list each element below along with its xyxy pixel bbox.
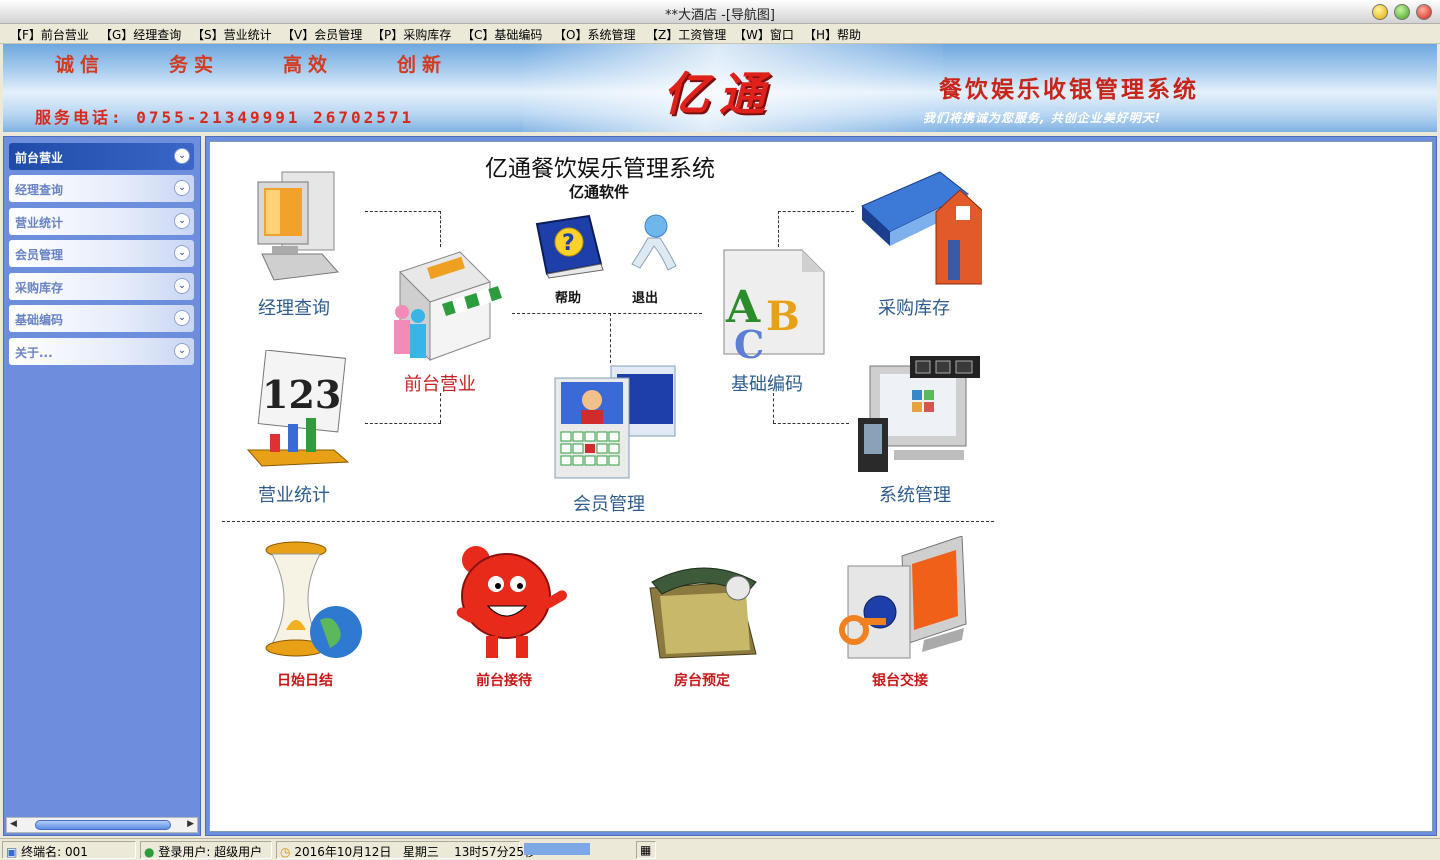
slogan-2: 务实 — [169, 54, 220, 76]
module-purchasing[interactable]: 采购库存 — [878, 294, 950, 320]
svg-text:B: B — [766, 293, 800, 340]
module-front-desk[interactable]: 前台营业 — [404, 370, 476, 396]
status-user: ● 登录用户: 超级用户 — [140, 841, 272, 859]
sidebar-item-label: 会员管理 — [15, 248, 64, 262]
key-lock-monitor-icon[interactable] — [834, 535, 970, 667]
help-link[interactable]: 帮助 — [555, 287, 581, 306]
stats-chart-icon[interactable]: 123 — [244, 349, 356, 473]
tool-cashier-handover[interactable]: 银台交接 — [872, 670, 928, 690]
module-basic-codes[interactable]: 基础编码 — [731, 370, 803, 396]
exit-person-icon[interactable] — [618, 212, 684, 285]
sidebar-item-label: 营业统计 — [15, 216, 64, 230]
menu-basic-codes[interactable]: 【C】基础编码 — [462, 26, 542, 43]
service-phone: 服务电话: 0755-21349991 26702571 — [35, 108, 415, 127]
telephone-folder-icon[interactable] — [646, 558, 762, 665]
module-members[interactable]: 会员管理 — [573, 490, 645, 516]
member-calendar-icon[interactable] — [551, 360, 679, 489]
system-monitor-icon[interactable] — [854, 352, 982, 479]
sidebar-item-label: 前台营业 — [15, 151, 64, 165]
svg-text:123: 123 — [262, 372, 341, 417]
sidebar-item-about[interactable]: 关于... ⌄ — [9, 338, 194, 365]
svg-text:C: C — [734, 322, 764, 367]
sidebar: 前台营业 ⌄ 经理查询 ⌄ 营业统计 ⌄ 会员管理 ⌄ 采购库存 ⌄ 基础编码 … — [3, 136, 201, 836]
page-subtitle: 亿通软件 — [569, 183, 630, 201]
sidebar-item-label: 基础编码 — [15, 313, 64, 327]
minimize-button[interactable] — [1372, 4, 1388, 20]
banner-motto: 我们将携诚为您服务, 共创企业美好明天! — [923, 111, 1162, 125]
close-button[interactable] — [1416, 4, 1432, 20]
title-bar: **大酒店 -[导航图] — [0, 0, 1440, 24]
menu-bar: 【F】前台营业 【G】经理查询 【S】营业统计 【V】会员管理 【P】采购库存 … — [0, 24, 1440, 44]
sidebar-item-manager-query[interactable]: 经理查询 ⌄ — [9, 175, 194, 202]
status-bar: ▣ 终端名: 001 ● 登录用户: 超级用户 ◷ 2016年10月12日 星期… — [0, 838, 1440, 860]
terminal-icon: ▣ — [6, 845, 18, 859]
sidebar-item-label: 经理查询 — [15, 183, 64, 197]
slogan-4: 创新 — [397, 54, 448, 76]
store-icon[interactable] — [380, 242, 504, 369]
sidebar-scrollbar[interactable]: ◀ ▶ — [6, 817, 198, 833]
menu-manager-query[interactable]: 【G】经理查询 — [100, 26, 181, 43]
chevron-down-icon[interactable]: ⌄ — [174, 245, 190, 261]
page-title: 亿通餐饮娱乐管理系统 — [485, 156, 715, 182]
clock-icon: ◷ — [280, 845, 291, 859]
scroll-left-icon[interactable]: ◀ — [10, 819, 17, 829]
computer-icon[interactable] — [252, 168, 342, 289]
status-datetime: ◷ 2016年10月12日 星期三 13时57分25秒 — [276, 841, 536, 859]
abc-document-icon[interactable]: A B C — [706, 244, 830, 371]
chevron-down-icon[interactable]: ⌄ — [174, 278, 190, 294]
sidebar-item-stats[interactable]: 营业统计 ⌄ — [9, 208, 194, 235]
slogan-1: 诚信 — [55, 54, 106, 76]
tool-room-booking[interactable]: 房台预定 — [674, 670, 730, 690]
sidebar-item-basic-codes[interactable]: 基础编码 ⌄ — [9, 305, 194, 332]
slogan-3: 高效 — [283, 54, 334, 76]
module-stats[interactable]: 营业统计 — [258, 481, 330, 507]
hourglass-globe-icon[interactable] — [258, 540, 364, 665]
module-manager-query[interactable]: 经理查询 — [258, 294, 330, 320]
brand-logo: 亿通 — [663, 67, 775, 121]
scroll-thumb[interactable] — [35, 820, 171, 830]
banner: 诚信 务实 高效 创新 亿通 餐饮娱乐收银管理系统 服务电话: 0755-213… — [3, 44, 1437, 132]
status-progress — [524, 843, 590, 855]
maximize-button[interactable] — [1394, 4, 1410, 20]
menu-purchasing[interactable]: 【P】采购库存 — [372, 26, 451, 43]
svg-text:?: ? — [562, 231, 575, 256]
menu-front-desk[interactable]: 【F】前台营业 — [10, 26, 89, 43]
sidebar-item-label: 采购库存 — [15, 281, 64, 295]
sidebar-item-members[interactable]: 会员管理 ⌄ — [9, 240, 194, 267]
sidebar-item-purchasing[interactable]: 采购库存 ⌄ — [9, 273, 194, 300]
module-system[interactable]: 系统管理 — [879, 481, 951, 507]
scroll-right-icon[interactable]: ▶ — [187, 819, 194, 829]
window-title: **大酒店 -[导航图] — [665, 8, 775, 23]
tray-icon[interactable]: ▦ — [636, 841, 656, 859]
chevron-down-icon[interactable]: ⌄ — [174, 180, 190, 196]
chevron-down-icon[interactable]: ⌄ — [174, 148, 190, 164]
tool-day-end[interactable]: 日始日结 — [277, 670, 333, 690]
exit-link[interactable]: 退出 — [632, 287, 658, 306]
sidebar-item-front-desk[interactable]: 前台营业 ⌄ — [9, 143, 194, 170]
help-book-icon[interactable]: ? — [531, 212, 607, 283]
menu-help[interactable]: 【H】帮助 — [804, 26, 861, 43]
tool-reception[interactable]: 前台接待 — [476, 670, 532, 690]
menu-system[interactable]: 【O】系统管理 — [554, 26, 635, 43]
menu-window[interactable]: 【W】窗口 — [734, 26, 794, 43]
sidebar-item-label: 关于... — [15, 346, 53, 360]
status-terminal: ▣ 终端名: 001 — [2, 841, 136, 859]
chevron-down-icon[interactable]: ⌄ — [174, 310, 190, 326]
menu-members[interactable]: 【V】会员管理 — [282, 26, 362, 43]
menu-stats[interactable]: 【S】营业统计 — [192, 26, 272, 43]
chevron-down-icon[interactable]: ⌄ — [174, 213, 190, 229]
chevron-down-icon[interactable]: ⌄ — [174, 343, 190, 359]
menu-payroll[interactable]: 【Z】工资管理 — [646, 26, 726, 43]
system-title: 餐饮娱乐收银管理系统 — [939, 76, 1199, 103]
user-icon: ● — [144, 845, 155, 859]
inventory-house-icon[interactable] — [856, 166, 985, 291]
kool-aid-pitcher-icon[interactable] — [442, 540, 574, 667]
